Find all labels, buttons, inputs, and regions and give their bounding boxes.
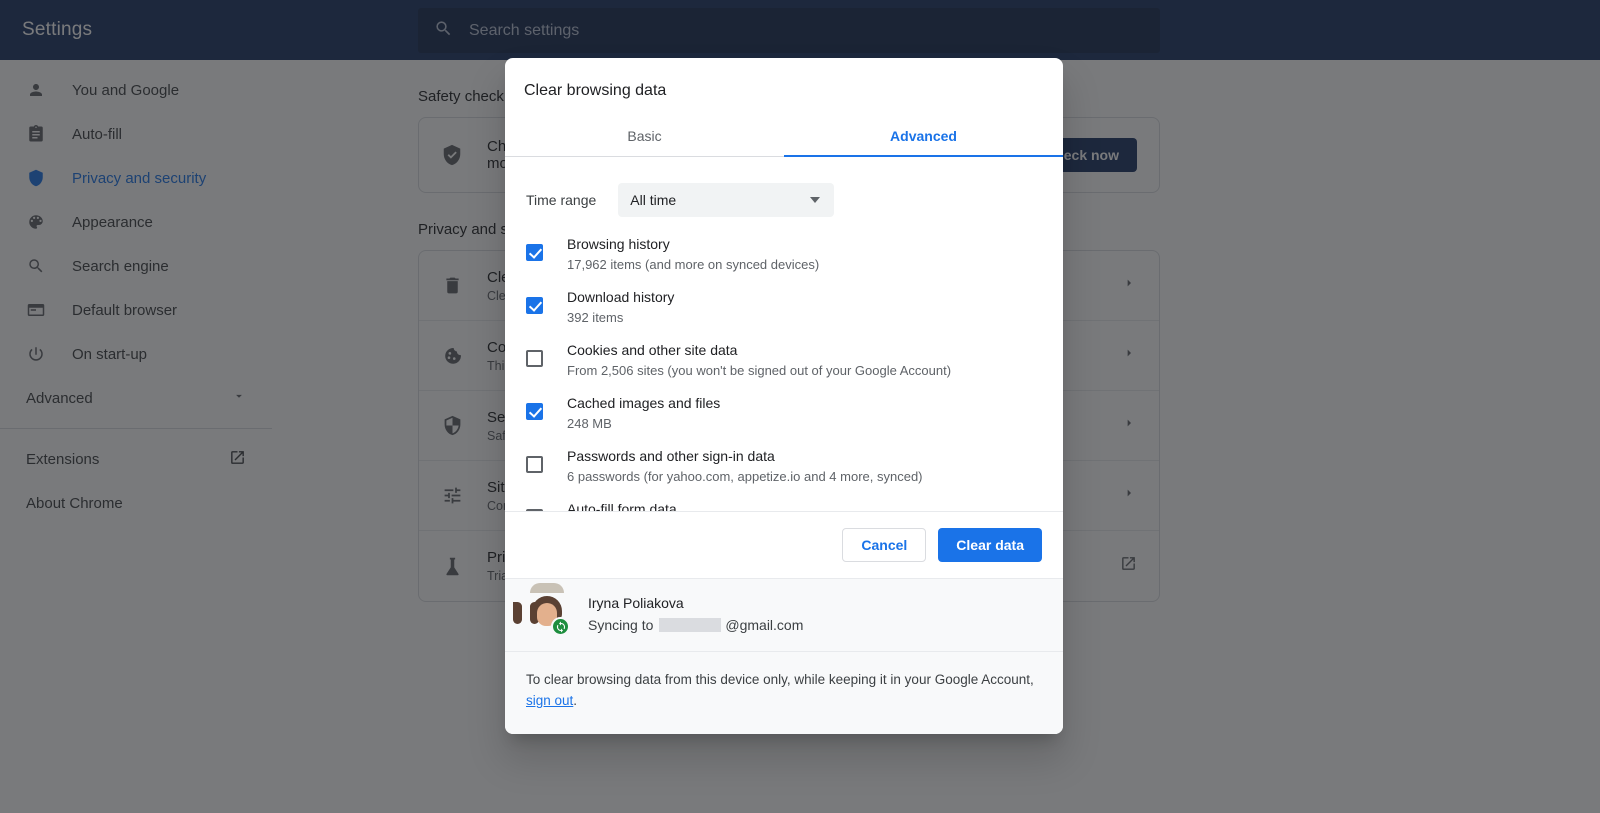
checkbox[interactable] xyxy=(526,244,543,261)
clear-browsing-data-dialog: Clear browsing data Basic Advanced Time … xyxy=(505,58,1063,734)
redacted-email-prefix xyxy=(659,618,722,633)
footer-text: To clear browsing data from this device … xyxy=(526,672,1034,688)
dialog-footer-note: To clear browsing data from this device … xyxy=(505,651,1063,734)
sync-icon xyxy=(551,617,570,637)
checkbox-sublabel: From 2,506 sites (you won't be signed ou… xyxy=(567,363,952,378)
time-range-select[interactable]: All time xyxy=(618,183,835,217)
data-type-list[interactable]: Browsing history 17,962 items (and more … xyxy=(505,233,1063,512)
checkbox-label: Cookies and other site data xyxy=(567,342,738,358)
dialog-title: Clear browsing data xyxy=(524,82,667,99)
account-name: Iryna Poliakova xyxy=(588,595,684,612)
checkbox-row-autofill-form-data[interactable]: Auto-fill form data xyxy=(526,498,1063,512)
time-range-label: Time range xyxy=(526,192,597,208)
footer-text-end: . xyxy=(573,693,578,709)
cancel-button[interactable]: Cancel xyxy=(842,528,927,563)
checkbox-sublabel: 6 passwords (for yahoo.com, appetize.io … xyxy=(567,469,923,484)
time-range-value: All time xyxy=(630,192,677,208)
checkbox-row-cached-images[interactable]: Cached images and files 248 MB xyxy=(526,392,1063,431)
checkbox-label: Auto-fill form data xyxy=(567,501,677,512)
time-range-row: Time range All time xyxy=(505,157,1063,217)
checkbox-row-cookies[interactable]: Cookies and other site data From 2,506 s… xyxy=(526,339,1063,378)
dialog-tabs: Basic Advanced xyxy=(505,114,1063,157)
tab-basic[interactable]: Basic xyxy=(505,114,784,156)
checkbox-sublabel: 17,962 items (and more on synced devices… xyxy=(567,257,820,272)
dialog-actions: Cancel Clear data xyxy=(505,511,1063,579)
checkbox-label: Browsing history xyxy=(567,236,670,252)
checkbox-sublabel: 248 MB xyxy=(567,416,612,431)
checkbox-row-passwords[interactable]: Passwords and other sign-in data 6 passw… xyxy=(526,445,1063,484)
checkbox[interactable] xyxy=(526,350,543,367)
account-row: Iryna Poliakova Syncing to @gmail.com xyxy=(505,578,1063,652)
checkbox-label: Download history xyxy=(567,289,675,305)
checkbox-label: Cached images and files xyxy=(567,395,721,411)
sync-suffix: @gmail.com xyxy=(725,617,804,634)
checkbox-row-browsing-history[interactable]: Browsing history 17,962 items (and more … xyxy=(526,233,1063,272)
checkbox-label: Passwords and other sign-in data xyxy=(567,448,775,464)
checkbox-sublabel: 392 items xyxy=(567,310,624,325)
checkbox[interactable] xyxy=(526,456,543,473)
avatar xyxy=(513,583,570,637)
sign-out-link[interactable]: sign out xyxy=(526,693,573,708)
chevron-down-icon xyxy=(810,197,821,203)
tab-advanced[interactable]: Advanced xyxy=(784,114,1063,157)
checkbox[interactable] xyxy=(526,297,543,314)
sync-prefix: Syncing to xyxy=(588,617,654,634)
clear-data-button[interactable]: Clear data xyxy=(938,528,1042,563)
checkbox[interactable] xyxy=(526,403,543,420)
checkbox-row-download-history[interactable]: Download history 392 items xyxy=(526,286,1063,325)
account-sync-status: Syncing to @gmail.com xyxy=(588,617,803,633)
checkbox[interactable] xyxy=(526,509,543,512)
